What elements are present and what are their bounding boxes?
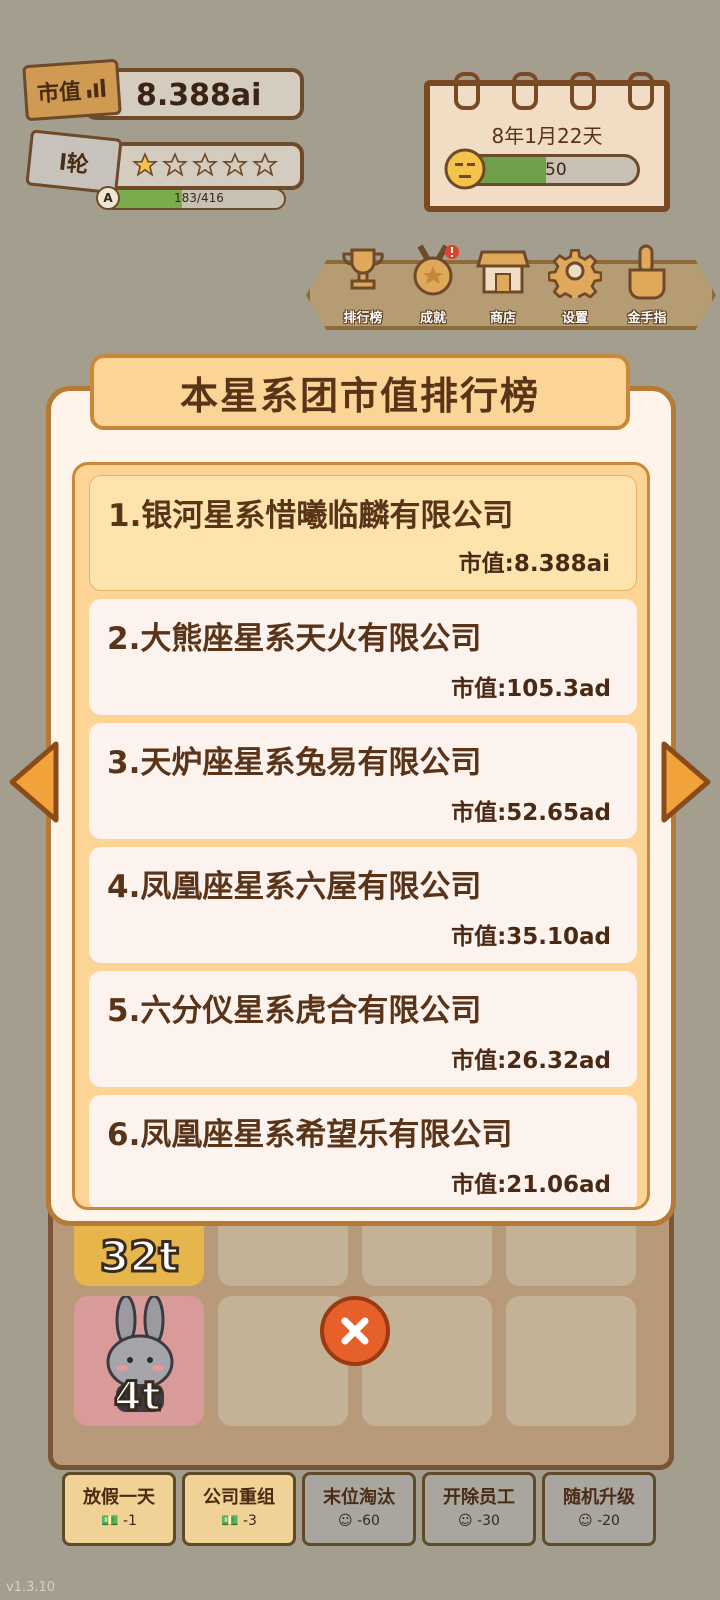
golden-finger-label: 金手指 xyxy=(627,311,667,326)
star-filled-icon xyxy=(132,152,158,177)
close-icon xyxy=(341,1317,369,1345)
round-tag: l轮 xyxy=(25,129,123,195)
settings-button[interactable]: 设置 xyxy=(540,244,610,330)
action-holiday-button[interactable]: 放假一天 💵 -1 xyxy=(62,1472,176,1546)
company-value: 市值:105.3ad xyxy=(451,676,611,702)
ranking-label: 排行榜 xyxy=(343,311,383,326)
modal-title: 本星系团市值排行榜 xyxy=(90,354,630,430)
action-label: 放假一天 xyxy=(83,1487,155,1508)
action-eliminate-button[interactable]: 末位淘汰 ☺ -60 xyxy=(302,1472,416,1546)
star-rating xyxy=(132,152,278,178)
list-item[interactable]: 3.天炉座星系兔易有限公司 市值:52.65ad xyxy=(89,723,637,839)
medal-icon xyxy=(413,244,459,296)
calendar-panel: 8年1月22天 50 xyxy=(424,72,670,212)
action-label: 末位淘汰 xyxy=(323,1487,395,1508)
board-cell[interactable] xyxy=(506,1296,636,1426)
list-item[interactable]: 5.六分仪星系虎合有限公司 市值:26.32ad xyxy=(89,971,637,1087)
smile-icon: ☺ xyxy=(338,1513,353,1529)
shop-label: 商店 xyxy=(489,311,516,326)
action-cost: -60 xyxy=(357,1513,380,1529)
mood-face-icon xyxy=(444,148,486,190)
star-empty-icon xyxy=(162,152,188,177)
company-value: 市值:26.32ad xyxy=(451,1048,611,1074)
company-name: 1.银河星系惜曦临麟有限公司 xyxy=(108,498,514,534)
ranking-button[interactable]: 排行榜 xyxy=(328,244,398,330)
shop-icon xyxy=(476,250,530,294)
next-page-arrow-icon[interactable] xyxy=(660,740,714,824)
money-icon: 💵 xyxy=(101,1513,119,1529)
list-item[interactable]: 6.凤凰座星系希望乐有限公司 市值:21.06ad xyxy=(89,1095,637,1207)
action-label: 公司重组 xyxy=(203,1487,275,1508)
mood-value: 50 xyxy=(545,160,567,180)
company-name: 2.大熊座星系天火有限公司 xyxy=(107,621,482,657)
list-item[interactable]: 2.大熊座星系天火有限公司 市值:105.3ad xyxy=(89,599,637,715)
level-badge: A xyxy=(96,186,120,210)
achievement-button[interactable]: 成就 xyxy=(398,244,468,330)
prev-page-arrow-icon[interactable] xyxy=(6,740,60,824)
action-cost: -1 xyxy=(122,1513,137,1529)
company-name: 6.凤凰座星系希望乐有限公司 xyxy=(107,1117,513,1153)
smile-icon: ☺ xyxy=(458,1513,473,1529)
settings-label: 设置 xyxy=(561,311,588,326)
trophy-icon xyxy=(342,248,384,290)
action-label: 开除员工 xyxy=(443,1487,515,1508)
golden-finger-button[interactable]: 金手指 xyxy=(612,244,682,330)
star-empty-icon xyxy=(222,152,248,177)
star-empty-icon xyxy=(252,152,278,177)
list-item[interactable]: 4.凤凰座星系六屋有限公司 市值:35.10ad xyxy=(89,847,637,963)
close-button[interactable] xyxy=(320,1296,390,1366)
tile-32t-label: 32t xyxy=(99,1231,181,1283)
company-value: 市值:35.10ad xyxy=(451,924,611,950)
company-value: 市值:52.65ad xyxy=(451,800,611,826)
smile-icon: ☺ xyxy=(578,1513,593,1529)
company-name: 5.六分仪星系虎合有限公司 xyxy=(107,993,482,1029)
star-empty-icon xyxy=(192,152,218,177)
tile-4t-label: 4t xyxy=(113,1373,163,1422)
calendar-date: 8年1月22天 xyxy=(491,124,603,148)
action-upgrade-button[interactable]: 随机升级 ☺ -20 xyxy=(542,1472,656,1546)
action-fire-button[interactable]: 开除员工 ☺ -30 xyxy=(422,1472,536,1546)
pointing-hand-icon xyxy=(628,244,666,300)
action-restructure-button[interactable]: 公司重组 💵 -3 xyxy=(182,1472,296,1546)
money-icon: 💵 xyxy=(221,1513,239,1529)
company-name: 4.凤凰座星系六屋有限公司 xyxy=(107,869,482,905)
action-cost: -20 xyxy=(597,1513,620,1529)
progress-bar: 183/416 xyxy=(100,188,286,210)
company-value: 市值:21.06ad xyxy=(451,1172,611,1198)
progress-text: 183/416 xyxy=(174,191,224,205)
market-value: 8.388ai xyxy=(136,78,262,113)
company-value: 市值:8.388ai xyxy=(458,551,610,577)
list-item[interactable]: 1.银河星系惜曦临麟有限公司 市值:8.388ai xyxy=(89,475,637,591)
company-name: 3.天炉座星系兔易有限公司 xyxy=(107,745,482,781)
version-label: v1.3.10 xyxy=(6,1580,56,1595)
market-value-tag: 市值 xyxy=(22,58,122,122)
action-cost: -30 xyxy=(477,1513,500,1529)
shop-button[interactable]: 商店 xyxy=(468,244,538,330)
achievement-label: 成就 xyxy=(419,311,446,326)
action-label: 随机升级 xyxy=(563,1487,635,1508)
bars-icon xyxy=(87,78,106,98)
action-cost: -3 xyxy=(242,1513,257,1529)
gear-icon xyxy=(547,248,603,304)
ranking-list[interactable]: 1.银河星系惜曦临麟有限公司 市值:8.388ai 2.大熊座星系天火有限公司 … xyxy=(72,462,650,1210)
